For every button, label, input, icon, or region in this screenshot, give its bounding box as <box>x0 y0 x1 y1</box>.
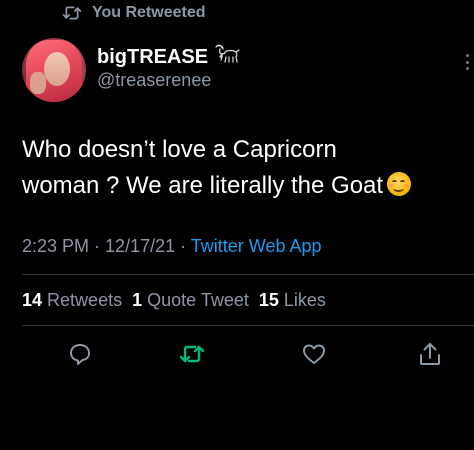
share-button[interactable] <box>416 342 444 370</box>
reply-button[interactable] <box>66 342 94 370</box>
like-button[interactable] <box>300 342 328 370</box>
tweet-meta: 2:23 PM · 12/17/21 · Twitter Web App <box>22 236 322 257</box>
more-options-icon[interactable] <box>464 54 470 70</box>
retweet-context-header[interactable]: You Retweeted <box>62 2 206 24</box>
author-handle[interactable]: @treaserenee <box>97 70 211 91</box>
meta-separator: · <box>175 236 191 256</box>
tweet-date[interactable]: 12/17/21 <box>105 236 175 256</box>
quotes-label: Quote Tweet <box>147 290 249 310</box>
tweet-text: Who doesn’t love a Capricorn woman ? We … <box>22 132 472 204</box>
retweets-stat[interactable]: 14 Retweets <box>22 290 122 311</box>
smiling-face-icon <box>387 172 412 196</box>
author-name-text: bigTREASE <box>97 45 209 68</box>
retweet-icon <box>179 342 205 371</box>
quotes-stat[interactable]: 1 Quote Tweet <box>132 290 249 311</box>
meta-separator: · <box>89 236 106 256</box>
heart-icon <box>301 342 327 371</box>
tweet-time[interactable]: 2:23 PM <box>22 236 89 256</box>
avatar[interactable] <box>22 38 86 102</box>
goat-icon <box>214 44 240 70</box>
author-display-name[interactable]: bigTREASE <box>97 44 240 70</box>
retweets-count: 14 <box>22 290 43 310</box>
quotes-count: 1 <box>132 290 143 310</box>
retweet-icon <box>62 5 82 21</box>
divider <box>22 325 474 326</box>
share-icon <box>418 341 442 372</box>
reply-icon <box>68 342 92 371</box>
retweet-button[interactable] <box>178 342 206 370</box>
likes-label: Likes <box>283 290 326 310</box>
tweet-action-bar <box>0 342 474 370</box>
tweet-text-line: Who doesn’t love a Capricorn <box>22 136 337 163</box>
divider <box>22 274 474 275</box>
likes-stat[interactable]: 15 Likes <box>259 290 326 311</box>
likes-count: 15 <box>258 290 279 310</box>
tweet-source-link[interactable]: Twitter Web App <box>191 236 322 256</box>
retweets-label: Retweets <box>47 290 123 310</box>
engagement-stats: 14 Retweets 1 Quote Tweet 15 Likes <box>22 290 326 311</box>
tweet-text-line: woman ? We are literally the Goat <box>22 172 384 199</box>
retweet-context-label: You Retweeted <box>92 4 206 21</box>
